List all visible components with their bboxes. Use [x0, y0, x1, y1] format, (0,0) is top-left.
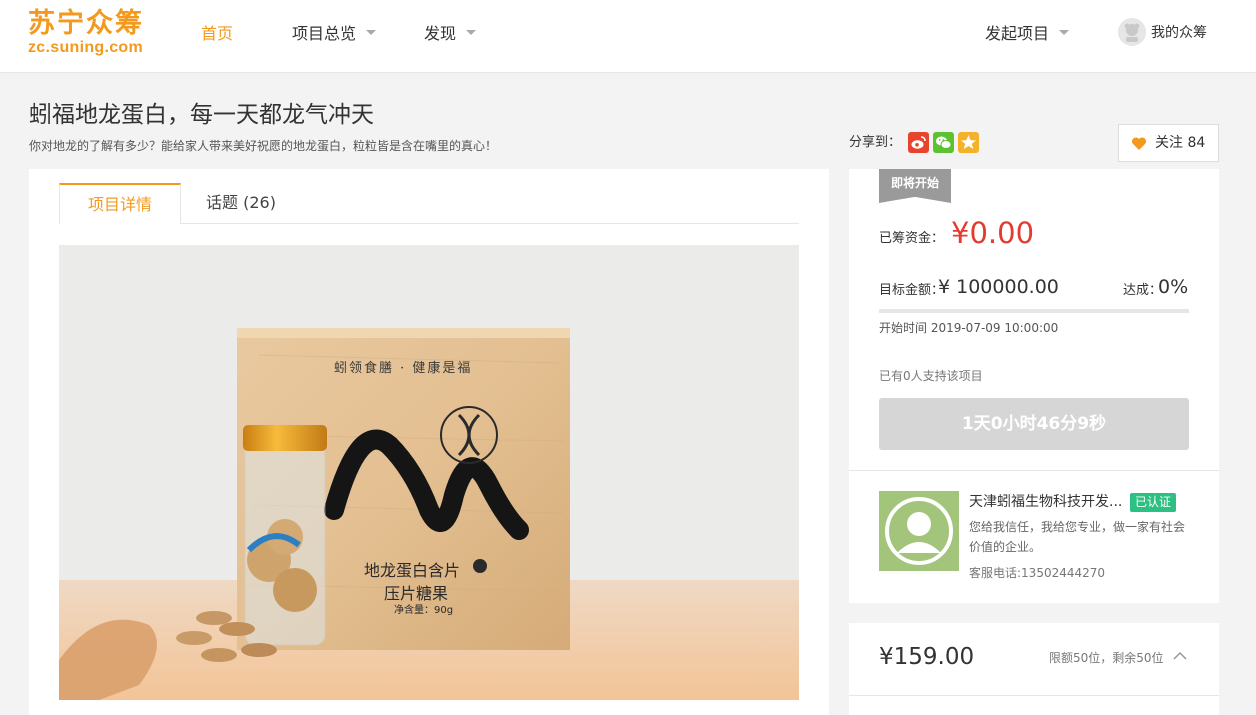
wechat-icon[interactable] — [933, 132, 954, 153]
chevron-down-icon — [366, 30, 377, 35]
sponsor-phone: 客服电话:13502444270 — [969, 566, 1106, 580]
countdown-button[interactable]: 1天0小时46分9秒 — [879, 398, 1189, 450]
chevron-down-icon — [1059, 30, 1070, 35]
my-crowdfunding-link[interactable]: 我的众筹 — [1151, 22, 1207, 44]
weibo-icon[interactable] — [908, 132, 929, 153]
net-weight: 净含量：90g — [394, 605, 454, 616]
reward-limit: 限额50位，剩余50位 — [1049, 651, 1164, 665]
reward-tier-panel[interactable]: ¥159.00 限额50位，剩余50位 — [849, 623, 1219, 715]
start-time: 开始时间 2019-07-09 10:00:00 — [879, 321, 1059, 335]
follow-button[interactable]: 关注 84 — [1118, 124, 1219, 162]
nav-projects-overview[interactable]: 项目总览 — [292, 22, 377, 46]
nav-discover[interactable]: 发现 — [424, 22, 477, 46]
nav-launch-project[interactable]: 发起项目 — [985, 22, 1070, 46]
reach-label: 达成： — [1123, 283, 1163, 298]
share-label: 分享到： — [849, 135, 902, 150]
reward-divider — [849, 695, 1219, 696]
nav-home[interactable]: 首页 — [201, 22, 233, 46]
status-badge: 即将开始 — [879, 169, 951, 203]
sponsor-description: 您给我信任，我给您专业，做一家有社会价值的企业。 — [969, 520, 1186, 554]
supporters-count: 已有0人支持该项目 — [879, 369, 983, 383]
nav-projects-label: 项目总览 — [292, 24, 357, 43]
box-slogan: 蚓领食膳 · 健康是福 — [334, 361, 473, 376]
logo-domain-text: zc.suning.com — [28, 39, 144, 56]
follow-count: 84 — [1187, 135, 1206, 151]
qzone-icon[interactable] — [958, 132, 979, 153]
raised-amount: ¥0.00 — [951, 216, 1035, 250]
reward-price: ¥159.00 — [879, 644, 975, 670]
product-name-line-1: 地龙蛋白含片 — [364, 561, 461, 580]
chevron-up-icon[interactable] — [1173, 650, 1187, 660]
heart-icon — [1131, 137, 1147, 150]
panel-divider — [849, 470, 1219, 471]
follow-label: 关注 — [1155, 135, 1183, 151]
nav-launch-label: 发起项目 — [985, 24, 1050, 43]
sponsor-avatar[interactable] — [879, 491, 959, 571]
suning-crowdfunding-logo[interactable]: 苏宁众筹 zc.suning.com — [28, 8, 158, 60]
chevron-down-icon — [466, 30, 477, 35]
nav-discover-label: 发现 — [424, 24, 457, 43]
target-label: 目标金额： — [879, 283, 945, 298]
tab-project-details[interactable]: 项目详情 — [59, 183, 181, 224]
nav-home-label: 首页 — [201, 24, 234, 43]
raised-label: 已筹资金： — [879, 231, 945, 246]
funding-progress-bar — [879, 309, 1189, 313]
sponsor-name[interactable]: 天津蚓福生物科技开发... — [969, 491, 1122, 513]
target-amount: ¥ 100000.00 — [938, 276, 1059, 298]
project-detail-panel: 项目详情 话题 (26) 蚓领食膳 · 健康是福 地龙蛋白含片 压片糖果 净含量… — [29, 169, 829, 715]
user-avatar-icon[interactable] — [1118, 18, 1146, 46]
verified-badge: 已认证 — [1130, 493, 1177, 512]
reach-percent: 0% — [1158, 276, 1189, 298]
logo-chinese-text: 苏宁众筹 — [28, 8, 144, 39]
top-navigation-bar: 苏宁众筹 zc.suning.com 首页 项目总览 发现 发起项目 我的众筹 — [0, 0, 1256, 73]
page-subtitle: 你对地龙的了解有多少？能给家人带来美好祝愿的地龙蛋白，粒粒皆是含在嘴里的真心！ — [29, 139, 498, 153]
product-hero-image: 蚓领食膳 · 健康是福 地龙蛋白含片 压片糖果 净含量：90g — [59, 245, 799, 700]
tab-topics[interactable]: 话题 (26) — [181, 183, 301, 224]
funding-status-panel: 即将开始 已筹资金： ¥0.00 目标金额： ¥ 100000.00 达成： 0… — [849, 169, 1219, 603]
page-title: 蚓福地龙蛋白，每一天都龙气冲天 — [29, 102, 374, 128]
